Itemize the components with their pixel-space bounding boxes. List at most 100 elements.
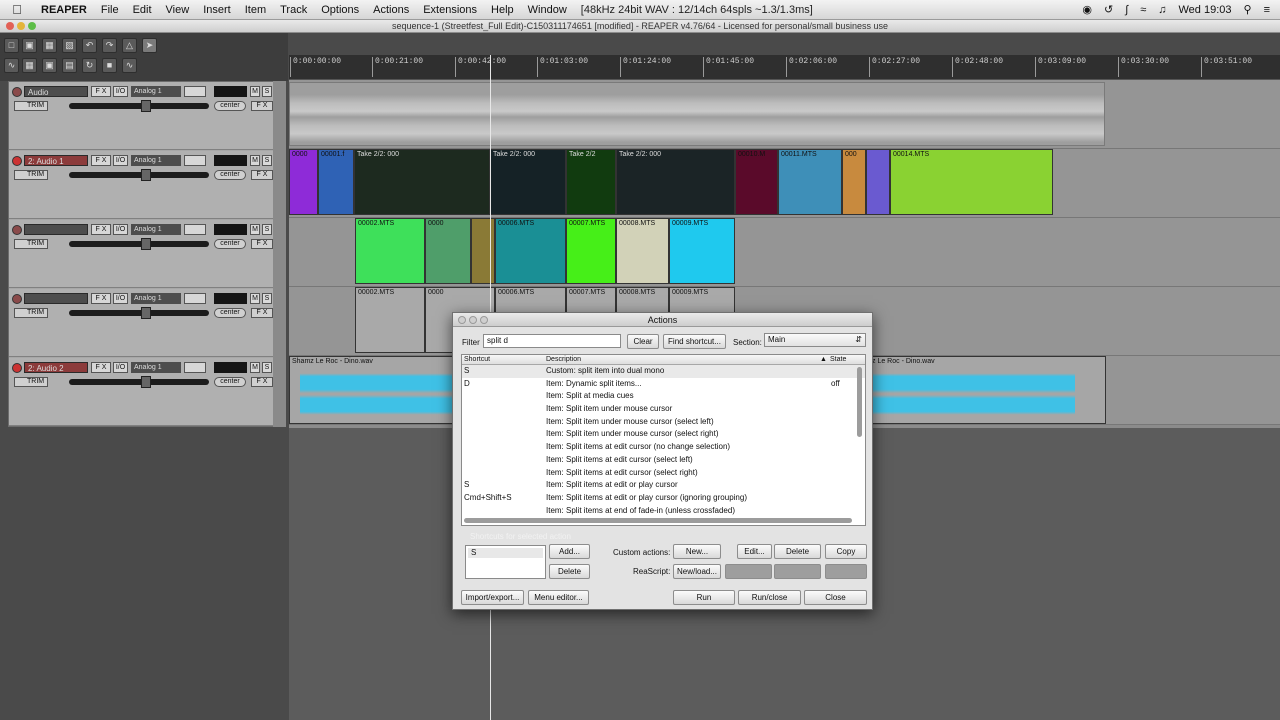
io-button[interactable]: I/O xyxy=(113,362,128,373)
edit-custom-action-button[interactable]: Edit... xyxy=(737,544,772,559)
minimize-dialog-button[interactable] xyxy=(469,316,477,324)
delete-shortcut-button[interactable]: Delete xyxy=(549,564,590,579)
media-item[interactable] xyxy=(289,82,1105,146)
dialog-titlebar[interactable]: Actions xyxy=(453,313,872,327)
io-button[interactable]: I/O xyxy=(113,293,128,304)
close-dialog-button[interactable] xyxy=(458,316,466,324)
time-machine-icon[interactable]: ↺ xyxy=(1104,3,1113,16)
fx-chain-button[interactable]: F X xyxy=(251,239,273,249)
menu-window[interactable]: Window xyxy=(521,4,574,16)
solo-button[interactable]: S xyxy=(262,293,272,304)
column-state[interactable]: State xyxy=(830,355,846,365)
new-project-icon[interactable]: □ xyxy=(4,38,19,53)
search-icon[interactable]: ⚲ xyxy=(1244,3,1252,16)
track-3-control[interactable]: F X I/O Analog 1 M S TRIM center F X 3 xyxy=(9,220,279,288)
track-1-control[interactable]: Audio F X I/O Analog 1 M S TRIM center F… xyxy=(9,82,279,150)
media-item[interactable]: 00014.MTS xyxy=(890,149,1053,215)
media-item[interactable]: Take 2/2: 000 xyxy=(354,149,490,215)
trim-button[interactable]: TRIM xyxy=(14,377,48,387)
cursor-tool-icon[interactable]: ➤ xyxy=(142,38,157,53)
solo-button[interactable]: S xyxy=(262,224,272,235)
trim-button[interactable]: TRIM xyxy=(14,170,48,180)
media-item[interactable]: Take 2/2 xyxy=(566,149,616,215)
media-item[interactable]: 0000 xyxy=(289,149,318,215)
track-2-control[interactable]: 2: Audio 1 F X I/O Analog 1 M S TRIM cen… xyxy=(9,151,279,219)
fader-knob[interactable] xyxy=(141,307,151,319)
record-icon[interactable]: ◉ xyxy=(1082,3,1092,16)
metronome-icon[interactable]: △ xyxy=(122,38,137,53)
list-vertical-scrollbar[interactable] xyxy=(857,367,863,517)
pan-knob[interactable]: center xyxy=(214,101,246,111)
ripple-edit-icon[interactable]: ∿ xyxy=(4,58,19,73)
action-row[interactable]: Item: Split at media cues xyxy=(462,390,865,403)
track-5-control[interactable]: 2: Audio 2 F X I/O Analog 1 M S TRIM cen… xyxy=(9,358,279,426)
section-select[interactable]: Main ⇵ xyxy=(764,333,866,347)
routing-button[interactable] xyxy=(184,293,206,304)
record-arm-button[interactable] xyxy=(12,87,22,97)
fx-chain-button[interactable]: F X xyxy=(251,101,273,111)
menu-track[interactable]: Track xyxy=(273,4,314,16)
record-arm-button[interactable] xyxy=(12,363,22,373)
media-item[interactable]: 0000 xyxy=(425,218,471,284)
pan-knob[interactable]: center xyxy=(214,377,246,387)
track-lane-1[interactable] xyxy=(289,80,1280,149)
pan-knob[interactable]: center xyxy=(214,239,246,249)
track-lane-3[interactable]: 00002.MTS 0000 00006.MTS 00007.MTS 00008… xyxy=(289,218,1280,287)
close-window-button[interactable] xyxy=(6,22,14,30)
action-row[interactable]: Item: Split items at end of fade-in (unl… xyxy=(462,505,865,518)
volume-fader[interactable] xyxy=(69,307,209,319)
import-export-button[interactable]: Import/export... xyxy=(461,590,524,605)
fx-button[interactable]: F X xyxy=(91,155,111,166)
shortcut-entry[interactable]: S xyxy=(468,548,543,558)
fader-knob[interactable] xyxy=(141,169,151,181)
list-icon[interactable]: ≡ xyxy=(1264,4,1270,16)
input-select[interactable]: Analog 1 xyxy=(131,86,181,97)
media-item[interactable]: 00011.MTS xyxy=(778,149,842,215)
clear-button[interactable]: Clear xyxy=(627,334,659,349)
solo-button[interactable]: S xyxy=(262,86,272,97)
open-project-icon[interactable]: ▣ xyxy=(22,38,37,53)
track-lane-2[interactable]: 0000 00001.f Take 2/2: 000 Take 2/2: 000… xyxy=(289,149,1280,218)
fx-button[interactable]: F X xyxy=(91,293,111,304)
undo-icon[interactable]: ↶ xyxy=(82,38,97,53)
grid-icon[interactable]: ▦ xyxy=(22,58,37,73)
routing-button[interactable] xyxy=(184,155,206,166)
trim-button[interactable]: TRIM xyxy=(14,308,48,318)
solo-button[interactable]: S xyxy=(262,362,272,373)
column-shortcut[interactable]: Shortcut xyxy=(464,355,490,365)
fx-chain-button[interactable]: F X xyxy=(251,377,273,387)
record-arm-button[interactable] xyxy=(12,156,22,166)
fader-knob[interactable] xyxy=(141,100,151,112)
snap-icon[interactable]: ▣ xyxy=(42,58,57,73)
fx-button[interactable]: F X xyxy=(91,362,111,373)
apple-menu-icon[interactable]:  xyxy=(0,2,34,17)
action-row[interactable]: Cmd+Shift+S Item: Split items at edit or … xyxy=(462,492,865,505)
media-item[interactable]: Take 2/2: 000 xyxy=(616,149,735,215)
track-name[interactable]: Audio xyxy=(24,86,88,97)
bluetooth-icon[interactable]: ∫ xyxy=(1125,4,1128,16)
scroll-thumb[interactable] xyxy=(857,367,862,437)
pan-knob[interactable]: center xyxy=(214,308,246,318)
track-name[interactable]: 2: Audio 1 xyxy=(24,155,88,166)
media-item[interactable] xyxy=(471,218,495,284)
track-name[interactable] xyxy=(24,293,88,304)
add-shortcut-button[interactable]: Add... xyxy=(549,544,590,559)
zoom-dialog-button[interactable] xyxy=(480,316,488,324)
menu-file[interactable]: File xyxy=(94,4,126,16)
routing-button[interactable] xyxy=(184,362,206,373)
pan-knob[interactable]: center xyxy=(214,170,246,180)
input-select[interactable]: Analog 1 xyxy=(131,293,181,304)
routing-button[interactable] xyxy=(184,86,206,97)
action-row[interactable]: Item: Split item under mouse cursor (sel… xyxy=(462,428,865,441)
fx-chain-button[interactable]: F X xyxy=(251,170,273,180)
volume-fader[interactable] xyxy=(69,376,209,388)
project-settings-icon[interactable]: ▧ xyxy=(62,38,77,53)
fader-knob[interactable] xyxy=(141,238,151,250)
menu-item[interactable]: Item xyxy=(238,4,273,16)
lock-icon[interactable]: ■ xyxy=(102,58,117,73)
action-row[interactable]: Item: Split item under mouse cursor (sel… xyxy=(462,416,865,429)
list-horizontal-scrollbar[interactable] xyxy=(464,518,852,523)
copy-custom-action-button[interactable]: Copy xyxy=(825,544,867,559)
media-item[interactable] xyxy=(866,149,890,215)
find-shortcut-button[interactable]: Find shortcut... xyxy=(663,334,726,349)
